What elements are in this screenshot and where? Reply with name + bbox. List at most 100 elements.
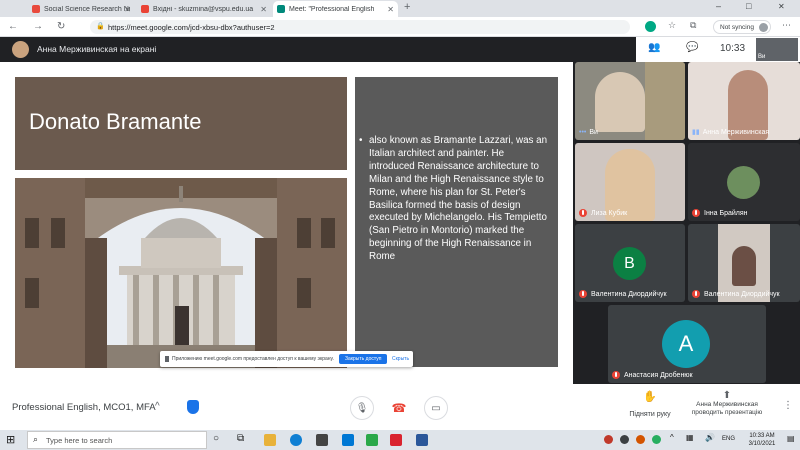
- word-icon[interactable]: [416, 434, 428, 446]
- present-screen-icon: ⬆: [722, 390, 732, 401]
- browser-tab-gmail[interactable]: Вхідні - skuzmina@vspu.edu.ua ✕: [137, 1, 271, 17]
- app-red-icon[interactable]: [390, 434, 402, 446]
- minimize-button[interactable]: –: [716, 1, 721, 11]
- participant-tile[interactable]: Лиза Кубик: [575, 143, 685, 221]
- browser-tab-meet[interactable]: Meet: "Professional English ✕: [273, 1, 398, 17]
- participant-name-text: Анастасия Дробенюк: [624, 371, 693, 379]
- shared-presentation-slide: Donato Bramante • also known as Bramante…: [0, 62, 573, 384]
- close-window-button[interactable]: ✕: [778, 2, 785, 11]
- participant-name-text: Валентина Диордийчук: [591, 290, 667, 298]
- back-arrow-icon[interactable]: ←: [8, 20, 18, 34]
- windows-start-icon[interactable]: ⊞: [6, 433, 15, 446]
- people-icon[interactable]: 👥: [648, 42, 660, 53]
- store-icon[interactable]: [316, 434, 328, 446]
- file-explorer-icon[interactable]: [264, 434, 276, 446]
- taskbar-date: 3/10/2021: [748, 441, 776, 447]
- tray-app-icon[interactable]: [636, 435, 645, 444]
- taskbar-search-box[interactable]: ⌕ Type here to search: [27, 431, 207, 449]
- slide-title: Donato Bramante: [29, 109, 202, 134]
- app-l-icon[interactable]: [366, 434, 378, 446]
- show-hidden-icons-icon[interactable]: ^: [670, 433, 674, 442]
- network-icon[interactable]: ▦: [686, 433, 694, 442]
- browser-toolbar: ← → ↻ 🔒 https://meet.google.com/jcd-xbsu…: [0, 17, 800, 37]
- extensions-icon[interactable]: ☆: [668, 20, 676, 31]
- tab-title: Вхідні - skuzmina@vspu.edu.ua: [153, 5, 254, 13]
- browser-tab-strip: Social Science Research Network ✕ Вхідні…: [0, 0, 800, 17]
- new-tab-button[interactable]: +: [404, 1, 410, 13]
- taskbar-clock[interactable]: 10:33 AM 3/10/2021: [742, 432, 782, 448]
- volume-icon[interactable]: 🔊: [705, 433, 715, 442]
- participant-name: ••• Ви: [579, 129, 598, 136]
- participant-tile[interactable]: А Анастасия Дробенюк: [608, 305, 766, 383]
- self-view-label: Ви: [758, 54, 766, 60]
- profile-sync-button[interactable]: Not syncing: [713, 20, 771, 34]
- lock-icon: 🔒: [96, 23, 105, 30]
- grammarly-icon[interactable]: [645, 21, 656, 32]
- gmail-favicon-icon: [141, 5, 149, 13]
- participant-name: ▮▮ Анна Мерживинская: [692, 128, 770, 137]
- participant-avatar: [727, 166, 760, 199]
- task-view-icon[interactable]: ⧉: [237, 433, 244, 444]
- not-syncing-label: Not syncing: [720, 23, 754, 31]
- tab-title: Meet: "Professional English: [289, 5, 375, 13]
- cortana-icon[interactable]: ○: [213, 433, 219, 444]
- speaking-indicator-icon: ▮▮: [692, 129, 700, 136]
- leave-call-button[interactable]: ☎: [387, 396, 411, 420]
- slide-bullet-text: also known as Bramante Lazzari, was an I…: [369, 135, 548, 263]
- participant-tile[interactable]: ••• Ви: [575, 62, 685, 140]
- slide-title-box: Donato Bramante: [15, 77, 347, 170]
- search-placeholder: Type here to search: [46, 435, 113, 445]
- input-language[interactable]: ENG: [722, 436, 735, 442]
- collections-icon[interactable]: ⧉: [690, 20, 696, 31]
- participant-tile[interactable]: ▮▮ Анна Мерживинская: [688, 62, 800, 140]
- participant-name: Анастасия Дробенюк: [612, 371, 693, 379]
- share-notice-text: Приложению meet.google.com предоставлен …: [172, 356, 334, 362]
- browser-tab-ssrn[interactable]: Social Science Research Network ✕: [28, 1, 135, 17]
- meeting-details-caret-icon[interactable]: ^: [155, 401, 160, 412]
- stop-sharing-button[interactable]: Закрыть доступ: [339, 354, 388, 364]
- participant-tile[interactable]: Інна Брайлян: [688, 143, 800, 221]
- participant-name-text: Ви: [589, 129, 598, 136]
- participant-tile[interactable]: Валентина Диордийчук: [688, 224, 800, 302]
- meet-favicon-icon: [277, 5, 285, 13]
- participant-name: Валентина Диордийчук: [579, 290, 667, 298]
- more-menu-icon[interactable]: ⋯: [782, 20, 791, 31]
- participant-tile[interactable]: В Валентина Диордийчук: [575, 224, 685, 302]
- tray-app-icon[interactable]: [652, 435, 661, 444]
- hide-notice-button[interactable]: Скрыть: [392, 356, 409, 362]
- search-icon: ⌕: [33, 434, 39, 444]
- close-icon[interactable]: ✕: [260, 5, 267, 14]
- more-options-icon[interactable]: ⋮: [783, 400, 793, 411]
- camera-icon: ▭: [431, 402, 441, 414]
- address-bar[interactable]: 🔒 https://meet.google.com/jcd-xbsu-dbx?a…: [90, 20, 630, 34]
- close-icon[interactable]: ✕: [387, 5, 394, 14]
- screen-share-notice: Приложению meet.google.com предоставлен …: [160, 351, 413, 367]
- mail-icon[interactable]: [342, 434, 354, 446]
- reload-icon[interactable]: ↻: [57, 20, 65, 34]
- shield-icon[interactable]: [187, 400, 199, 414]
- tray-app-icon[interactable]: [604, 435, 613, 444]
- taskbar-time: 10:33 AM: [749, 433, 775, 439]
- close-icon[interactable]: ✕: [124, 5, 131, 14]
- presenting-button[interactable]: ⬆ Анна Мерживинская проводить презентаці…: [686, 390, 768, 426]
- edge-icon[interactable]: [290, 434, 302, 446]
- address-text: https://meet.google.com/jcd-xbsu-dbx?aut…: [108, 22, 275, 32]
- drag-handle-icon[interactable]: [165, 356, 169, 362]
- presenter-banner: Анна Мерживинская на екрані: [37, 44, 157, 54]
- hang-up-icon: ☎: [391, 401, 407, 415]
- self-view-thumbnail[interactable]: Ви: [756, 38, 798, 61]
- forward-arrow-icon[interactable]: →: [33, 20, 43, 34]
- maximize-button[interactable]: □: [746, 1, 751, 11]
- meet-top-toolbar: 👥 💬 10:33 Ви: [636, 37, 800, 62]
- camera-button[interactable]: ▭: [424, 396, 448, 420]
- participant-name-text: Анна Мерживинская: [702, 128, 770, 136]
- participant-name: Лиза Кубик: [579, 209, 627, 217]
- more-options-icon[interactable]: •••: [579, 129, 586, 136]
- microphone-button[interactable]: 🎙: [350, 396, 374, 420]
- tray-app-icon[interactable]: [620, 435, 629, 444]
- notifications-icon[interactable]: ▤: [787, 434, 795, 443]
- ssrn-favicon-icon: [32, 5, 40, 13]
- chat-icon[interactable]: 💬: [686, 42, 698, 53]
- raise-hand-button[interactable]: ✋ Підняти руку: [620, 390, 680, 426]
- windows-taskbar: ⊞ ⌕ Type here to search ○ ⧉ ^ ▦ 🔊 ENG 10…: [0, 430, 800, 450]
